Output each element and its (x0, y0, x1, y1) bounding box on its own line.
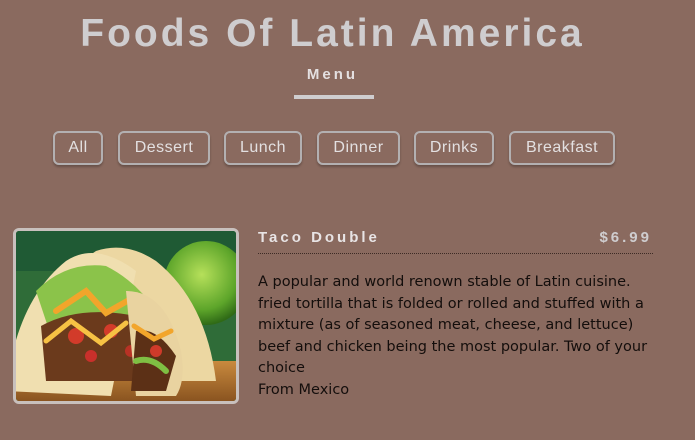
filter-button-dessert[interactable]: Dessert (118, 131, 210, 165)
menu-item-description-block: A popular and world renown stable of Lat… (258, 272, 658, 401)
dotted-divider (258, 253, 653, 254)
taco-illustration (16, 231, 236, 401)
taco-photo (13, 228, 239, 404)
filter-button-drinks[interactable]: Drinks (414, 131, 494, 165)
menu-item-card: Taco Double $6.99 A popular and world re… (13, 228, 658, 408)
filter-button-lunch[interactable]: Lunch (224, 131, 302, 165)
menu-item-description: A popular and world renown stable of Lat… (258, 274, 648, 376)
menu-item-origin: From Mexico (258, 381, 350, 398)
page-title: Foods Of Latin America (80, 12, 585, 55)
category-filter-bar: All Dessert Lunch Dinner Drinks Breakfas… (0, 131, 695, 165)
title-underline (294, 95, 374, 99)
filter-button-all[interactable]: All (53, 131, 103, 165)
filter-button-dinner[interactable]: Dinner (317, 131, 400, 165)
filter-button-breakfast[interactable]: Breakfast (509, 131, 615, 165)
menu-item-name: Taco Double (258, 229, 380, 246)
menu-item-price: $6.99 (599, 229, 652, 246)
menu-subtitle: Menu (306, 66, 359, 83)
